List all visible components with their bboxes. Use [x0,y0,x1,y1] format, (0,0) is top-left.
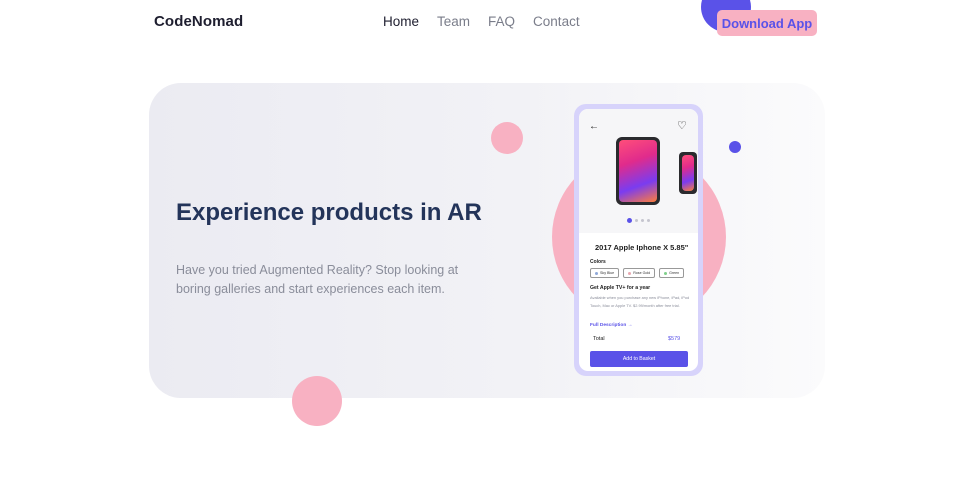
product-image-iphone [616,137,660,205]
total-label: Total [593,336,605,342]
product-gallery: ← ♡ [579,109,698,233]
phone-mockup: ← ♡ 2017 Apple Iphone X 5.85" Colors Sky… [574,104,703,376]
carousel-dot[interactable] [647,219,650,222]
color-chip-label: Sky Blue [600,271,615,275]
nav-home[interactable]: Home [383,14,419,29]
color-swatch [664,271,668,275]
nav-contact[interactable]: Contact [533,14,580,29]
color-chip-label: Green [669,271,680,275]
colors-label: Colors [590,259,606,265]
offer-title: Get Apple TV+ for a year [590,285,651,291]
heart-icon[interactable]: ♡ [677,119,687,132]
back-arrow-icon[interactable]: ← [589,121,599,132]
color-swatch [595,271,598,275]
nav-faq[interactable]: FAQ [488,14,515,29]
full-description-link[interactable]: Full Description → [590,323,632,328]
color-options: Sky Blue Rose Gold Green [590,268,685,278]
color-chip-sky-blue[interactable]: Sky Blue [590,268,620,278]
nav-team[interactable]: Team [437,14,470,29]
hero-title: Experience products in AR [176,199,482,226]
carousel-dots[interactable] [627,218,650,223]
iphone-side-screen-gradient [682,155,694,191]
download-app-button[interactable]: Download App [717,10,817,36]
decorative-dot-blue [729,141,741,153]
decorative-circle-pink-bottom [292,376,342,426]
main-nav: Home Team FAQ Contact [383,14,598,29]
hero-subtitle: Have you tried Augmented Reality? Stop l… [176,263,459,296]
color-chip-label: Rose Gold [633,271,651,275]
color-chip-rose-gold[interactable]: Rose Gold [623,268,656,278]
product-name: 2017 Apple Iphone X 5.85" [595,243,689,252]
carousel-dot[interactable] [641,219,644,222]
iphone-screen-gradient [619,140,657,202]
offer-text: Available when you purchase any new iPho… [590,295,690,308]
carousel-dot-active[interactable] [627,218,632,223]
color-chip-green[interactable]: Green [659,268,685,278]
add-to-basket-button[interactable]: Add to Basket [590,351,688,367]
color-swatch [628,271,632,275]
product-image-iphone-side [679,152,697,194]
total-price: $579 [668,336,681,342]
logo[interactable]: CodeNomad [154,13,243,30]
page: CodeNomad Home Team FAQ Contact Download… [0,0,970,479]
decorative-circle-pink-small [491,122,523,154]
phone-screen: ← ♡ 2017 Apple Iphone X 5.85" Colors Sky… [579,109,698,371]
carousel-dot[interactable] [635,219,638,222]
